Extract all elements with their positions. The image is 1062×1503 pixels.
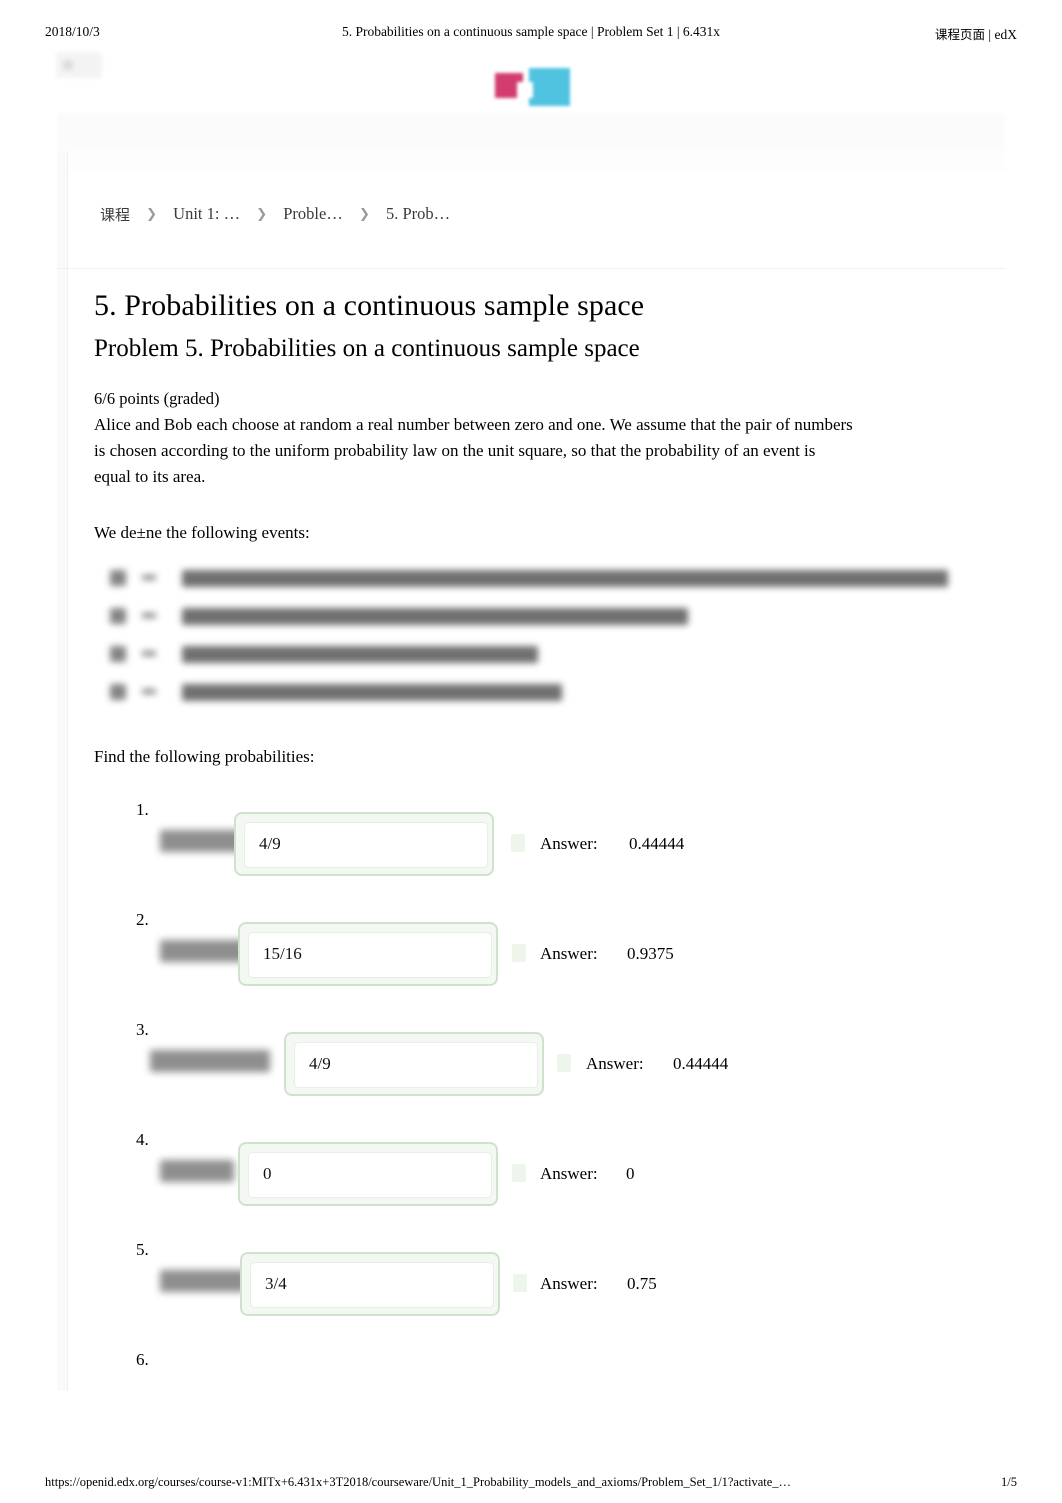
check-icon bbox=[511, 834, 525, 852]
question-number: 2. bbox=[136, 910, 149, 929]
answer-input-inner[interactable]: 4/9 bbox=[244, 822, 488, 868]
edx-brand-label: edX bbox=[994, 27, 1018, 42]
answer-row: 1. 4/9 Answer: 0.44444 bbox=[94, 790, 994, 900]
search-input[interactable]: 4/9 bbox=[309, 1054, 331, 1074]
list-item bbox=[110, 608, 690, 630]
question-number: 6. bbox=[136, 1350, 149, 1369]
print-header: 2018/10/3 5. Probabilities on a continuo… bbox=[0, 24, 1062, 44]
event-text bbox=[182, 570, 948, 587]
answer-label: Answer: bbox=[540, 1274, 598, 1293]
check-icon bbox=[512, 1164, 526, 1182]
answer-input-wrapper[interactable]: 4/9 bbox=[234, 812, 494, 876]
edx-logo-white-square bbox=[517, 82, 533, 98]
answer-label: Answer: bbox=[586, 1054, 644, 1073]
answer-value: 0.44444 bbox=[629, 834, 685, 853]
answers-list: 1. 4/9 Answer: 0.44444 2. 15/16 Answer: … bbox=[94, 790, 994, 1380]
answer-row: 6. bbox=[94, 1340, 994, 1380]
points-status: 6/6 points (graded) bbox=[94, 389, 220, 408]
events-list bbox=[110, 556, 970, 716]
question-number: 1. bbox=[136, 800, 149, 819]
equals-icon bbox=[142, 689, 156, 694]
chevron-right-icon: ❯ bbox=[146, 206, 158, 222]
printed-page: 2018/10/3 5. Probabilities on a continuo… bbox=[0, 0, 1062, 1503]
answer-input-wrapper[interactable]: 0 bbox=[238, 1142, 498, 1206]
answer-row: 2. 15/16 Answer: 0.9375 bbox=[94, 900, 994, 1010]
print-page-title: 5. Probabilities on a continuous sample … bbox=[341, 24, 721, 39]
breadcrumb-divider bbox=[57, 268, 1005, 269]
chevron-right-icon: ❯ bbox=[358, 206, 370, 222]
answer-input-wrapper[interactable]: 3/4 bbox=[240, 1252, 500, 1316]
header-separator: | bbox=[988, 27, 992, 42]
event-text bbox=[182, 684, 562, 701]
answer-label: Answer: bbox=[540, 944, 598, 963]
event-label bbox=[110, 608, 126, 624]
breadcrumb-item-current[interactable]: 5. Prob… bbox=[386, 204, 450, 224]
answer-value: 0.44444 bbox=[673, 1054, 729, 1073]
answer-input-wrapper[interactable]: 15/16 bbox=[238, 922, 498, 986]
answer-input-inner[interactable]: 4/9 bbox=[294, 1042, 538, 1088]
answer-value: 0.75 bbox=[627, 1274, 657, 1293]
problem-subtitle: Problem 5. Probabilities on a continuous… bbox=[94, 335, 640, 362]
answer-value: 0 bbox=[626, 1164, 635, 1183]
answer-input-inner[interactable]: 15/16 bbox=[248, 932, 492, 978]
event-label bbox=[110, 570, 126, 586]
answer-input-inner[interactable]: 3/4 bbox=[250, 1262, 494, 1308]
list-item bbox=[110, 570, 950, 592]
edx-logo-cyan-square bbox=[529, 68, 570, 106]
main-content: 5. Probabilities on a continuous sample … bbox=[94, 286, 974, 546]
define-events-line: We de±ne the following events: bbox=[94, 523, 310, 542]
breadcrumb-item-unit[interactable]: Unit 1: … bbox=[173, 204, 240, 224]
question-expression bbox=[160, 1270, 246, 1292]
menu-icon[interactable] bbox=[56, 52, 102, 78]
check-icon bbox=[512, 944, 526, 962]
breadcrumb: 课程 ❯ Unit 1: … ❯ Proble… ❯ 5. Prob… bbox=[100, 203, 450, 229]
answer-row: 4. 0 Answer: 0 bbox=[94, 1120, 994, 1230]
question-expression bbox=[150, 1050, 270, 1072]
problem-intro: Alice and Bob each choose at random a re… bbox=[94, 415, 853, 486]
answer-row: 5. 3/4 Answer: 0.75 bbox=[94, 1230, 994, 1340]
breadcrumb-item-course[interactable]: 课程 bbox=[100, 204, 130, 225]
answer-label: Answer: bbox=[540, 1164, 598, 1183]
question-number: 4. bbox=[136, 1130, 149, 1149]
answer-input-wrapper[interactable]: 4/9 bbox=[284, 1032, 544, 1096]
breadcrumb-item-problem-set[interactable]: Proble… bbox=[283, 204, 343, 224]
chevron-right-icon: ❯ bbox=[256, 206, 268, 222]
print-header-right: 课程页面 | edX bbox=[935, 24, 1017, 43]
search-input[interactable]: 15/16 bbox=[263, 944, 302, 964]
site-navigation-band bbox=[57, 113, 1005, 151]
question-expression bbox=[160, 940, 246, 962]
event-text bbox=[182, 608, 688, 625]
course-pages-label: 课程页面 bbox=[935, 27, 986, 42]
equals-icon bbox=[142, 613, 156, 618]
search-input[interactable]: 0 bbox=[263, 1164, 272, 1184]
answer-input-inner[interactable]: 0 bbox=[248, 1152, 492, 1198]
left-rail bbox=[57, 151, 68, 1391]
search-input[interactable]: 3/4 bbox=[265, 1274, 287, 1294]
question-number: 5. bbox=[136, 1240, 149, 1259]
answer-row: 3. 4/9 Answer: 0.44444 bbox=[94, 1010, 994, 1120]
answer-label: Answer: bbox=[540, 834, 598, 853]
event-label bbox=[110, 646, 126, 662]
check-icon bbox=[513, 1274, 527, 1292]
event-label bbox=[110, 684, 126, 700]
page-title: 5. Probabilities on a continuous sample … bbox=[94, 289, 645, 322]
equals-icon bbox=[142, 575, 156, 580]
find-probabilities-section: Find the following probabilities: bbox=[94, 744, 974, 770]
list-item bbox=[110, 646, 540, 668]
site-subnav-band bbox=[57, 151, 1005, 171]
answer-value: 0.9375 bbox=[627, 944, 674, 963]
edx-logo[interactable] bbox=[495, 68, 570, 106]
list-item bbox=[110, 684, 564, 706]
check-icon bbox=[557, 1054, 571, 1072]
print-url: https://openid.edx.org/courses/course-v1… bbox=[45, 1475, 792, 1489]
print-page-number: 1/5 bbox=[1001, 1475, 1017, 1489]
equals-icon bbox=[142, 651, 156, 656]
question-number: 3. bbox=[136, 1020, 149, 1039]
search-input[interactable]: 4/9 bbox=[259, 834, 281, 854]
event-text bbox=[182, 646, 538, 663]
find-probabilities-line: Find the following probabilities: bbox=[94, 747, 315, 766]
question-expression bbox=[160, 1160, 234, 1182]
